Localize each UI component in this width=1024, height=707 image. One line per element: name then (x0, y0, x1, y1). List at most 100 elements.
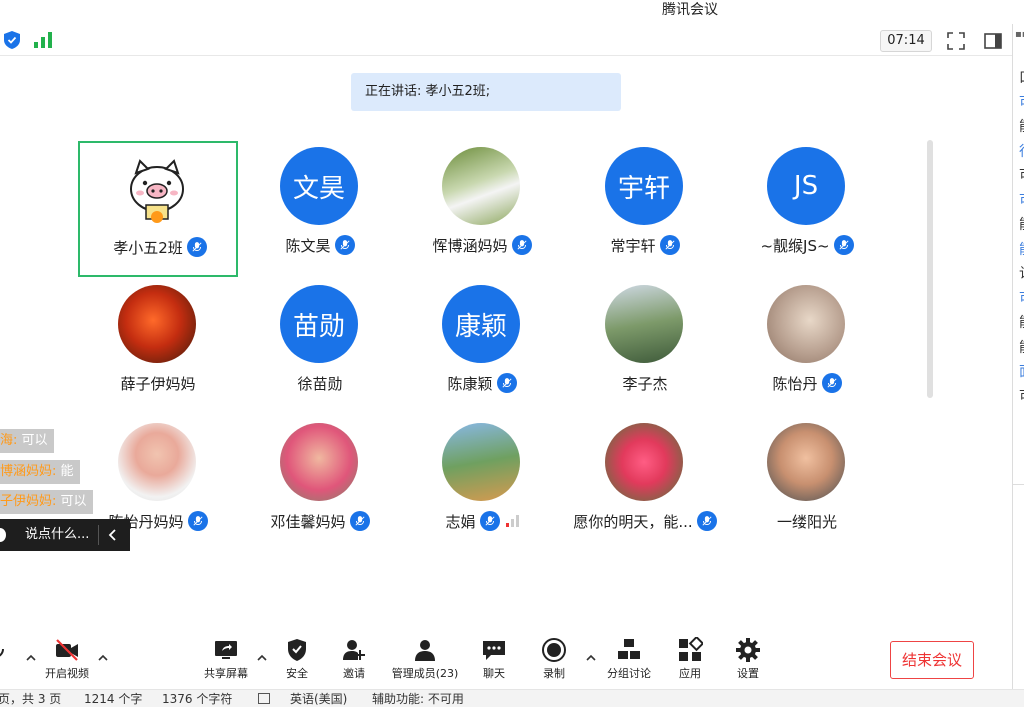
record-icon (542, 638, 566, 662)
microphone-icon (479, 511, 500, 531)
microphone-icon (696, 511, 717, 531)
avatar-initials: 文昊 (292, 173, 345, 204)
avatar (118, 423, 196, 501)
pig-avatar-icon (130, 159, 184, 223)
microphone-icon (511, 235, 532, 255)
avatar: 文昊 (280, 147, 358, 225)
grid-scrollbar[interactable] (927, 140, 933, 398)
side-document-text: 口可能行可可能能认可能能面可 (1019, 66, 1024, 409)
chat-divider (98, 525, 99, 545)
avatar-initials: JS (793, 171, 819, 201)
right-side-panel: ▪▪ 口可能行可可能能认可能能面可 (1012, 24, 1024, 707)
side-text-char: 能 (1019, 311, 1024, 336)
avatar (280, 423, 358, 501)
network-signal-icon (505, 515, 519, 527)
participant-name-row: 恽博涵妈妈 (402, 233, 562, 257)
participant-tile[interactable]: 愿你的明天，能... (565, 417, 725, 553)
chat-text: 可以 (56, 494, 87, 509)
participant-name: 薛子伊妈妈 (120, 374, 196, 393)
side-text-char: 能 (1019, 336, 1024, 361)
participant-tile[interactable]: 苗勋 徐苗勋 (240, 279, 400, 415)
participant-tile[interactable]: 文昊陈文昊 (240, 141, 400, 277)
network-signal-icon[interactable] (33, 32, 53, 48)
start-video-label: 开启视频 (45, 667, 89, 680)
participant-name: 陈康颖 (447, 374, 493, 393)
participant-tile[interactable]: JS ~靓缑JS~ (727, 141, 887, 277)
video-off-icon (56, 639, 78, 661)
record-button[interactable]: 录制 (519, 637, 589, 687)
chat-sender: 海: (0, 433, 18, 448)
more-icon[interactable]: ▪▪ (1015, 30, 1024, 40)
language-indicator[interactable]: 英语(美国) (290, 690, 347, 707)
participant-tile[interactable]: 宇轩 常宇轩 (565, 141, 725, 277)
meeting-window: 腾讯会议 07:14 ▪▪ 口可能行可可能能认可能能面可 正在讲话: 孝小五2班… (0, 0, 1024, 707)
participant-name-row: 志娟 (402, 509, 562, 533)
side-text-char: 面 (1019, 360, 1024, 385)
meeting-timer: 07:14 (880, 30, 932, 52)
microphone-icon (833, 235, 854, 255)
chat-text: 可以 (17, 433, 48, 448)
share-screen-icon (215, 641, 237, 659)
participant-name-row: 薛子伊妈妈 (78, 371, 238, 395)
participant-tile[interactable]: 一缕阳光 (727, 417, 887, 553)
chat-message: 海: 可以 (0, 429, 54, 453)
mute-label: 音 (0, 665, 30, 681)
participant-name: 陈文昊 (285, 236, 331, 255)
microphone-icon (349, 511, 370, 531)
participant-tile[interactable]: 康颖陈康颖 (402, 279, 562, 415)
members-icon (415, 640, 435, 661)
breakout-rooms-button[interactable]: 分组讨论 (594, 637, 664, 687)
participant-name: 常宇轩 (610, 236, 656, 255)
participant-name: 孝小五2班 (113, 238, 183, 257)
chat-sender: 博涵妈妈: (0, 464, 57, 479)
fullscreen-icon[interactable] (946, 31, 966, 51)
manage-members-button[interactable]: 管理成员(23) (390, 637, 460, 687)
chat-message: 博涵妈妈: 能 (0, 460, 80, 484)
participant-name-row: 陈怡丹 (727, 371, 887, 395)
avatar (767, 423, 845, 501)
layout-icon[interactable] (983, 31, 1003, 51)
participant-tile[interactable]: 恽博涵妈妈 (402, 141, 562, 277)
chat-text: 能 (56, 464, 74, 479)
settings-button[interactable]: 设置 (713, 637, 783, 687)
participant-name-row: 一缕阳光 (727, 509, 887, 533)
participant-tile[interactable]: 薛子伊妈妈 (78, 279, 238, 415)
settings-label: 设置 (737, 667, 759, 680)
participant-tile[interactable]: 陈怡丹 (727, 279, 887, 415)
proofing-icon[interactable] (258, 693, 270, 704)
start-video-button[interactable]: 开启视频 (32, 637, 102, 687)
participant-name: 志娟 (445, 512, 476, 531)
participant-tile[interactable]: 志娟 (402, 417, 562, 553)
side-text-char: 能 (1019, 115, 1024, 140)
panel-divider (1013, 484, 1024, 485)
avatar: 康颖 (442, 285, 520, 363)
side-text-char: 可 (1019, 287, 1024, 312)
side-text-char: 能 (1019, 213, 1024, 238)
microphone-icon (659, 235, 680, 255)
participant-tile[interactable]: 孝小五2班 (78, 141, 238, 277)
participant-tile[interactable]: 李子杰 (565, 279, 725, 415)
emoji-icon[interactable] (0, 528, 6, 542)
accessibility-status[interactable]: 辅助功能: 不可用 (372, 690, 464, 707)
share-screen-button[interactable]: 共享屏幕 (191, 637, 261, 687)
page-count: 页，共 3 页 (0, 692, 62, 706)
gear-icon (736, 638, 760, 662)
chat-input[interactable]: 说点什么... (0, 519, 130, 551)
participant-name: 徐苗勋 (297, 374, 343, 393)
chat-message: 子伊妈妈: 可以 (0, 490, 93, 514)
participant-tile[interactable]: 邓佳馨妈妈 (240, 417, 400, 553)
title-bar: 腾讯会议 (0, 0, 1012, 24)
participant-name: ~靓缑JS~ (760, 236, 830, 255)
side-text-char: 可 (1019, 385, 1024, 410)
participant-name-row: 徐苗勋 (240, 371, 400, 395)
window-title: 腾讯会议 (662, 2, 718, 18)
collapse-chat-icon[interactable] (106, 527, 120, 543)
end-meeting-button[interactable]: 结束会议 (890, 641, 974, 679)
side-text-char: 口 (1019, 66, 1024, 91)
microphone-icon (334, 235, 355, 255)
chevron-up-icon[interactable] (97, 653, 109, 663)
invite-button[interactable]: 邀请 (319, 637, 389, 687)
shield-icon[interactable] (4, 31, 20, 49)
side-text-char: 认 (1019, 262, 1024, 287)
participant-name: 恽博涵妈妈 (432, 236, 508, 255)
